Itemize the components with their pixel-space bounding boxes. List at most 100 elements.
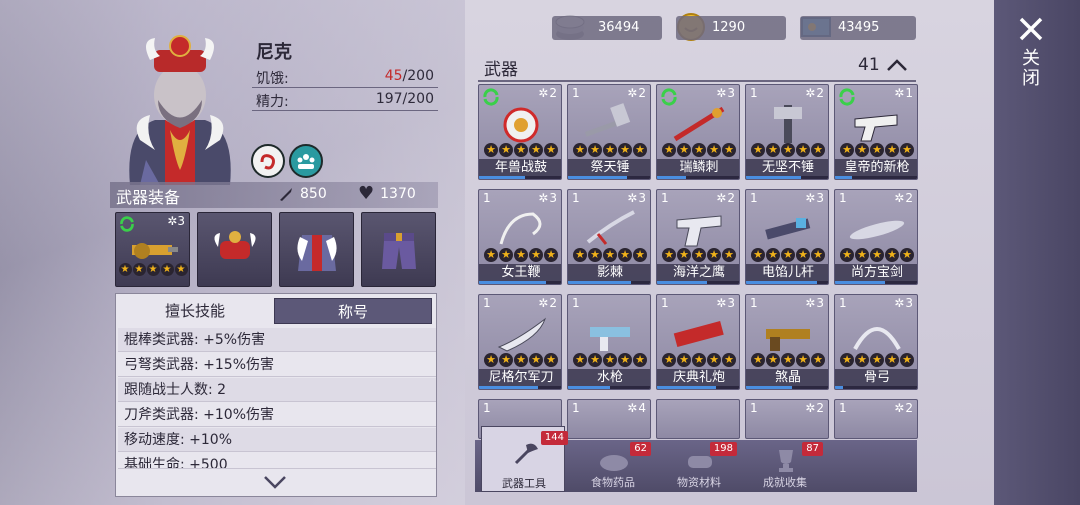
star-icon: ★ xyxy=(118,263,132,276)
tab-label: 武器工具 xyxy=(502,477,546,490)
weapon-card[interactable]: 1 ✲ 3 ★ ★ ★ ★ ★ 骨弓 xyxy=(834,294,918,390)
tab-materials[interactable]: 198 物资材料 xyxy=(657,440,741,492)
weapon-count: ✲ 3 xyxy=(805,191,824,205)
weapon-count: ✲ 3 xyxy=(716,296,735,310)
tab-label: 成就收集 xyxy=(763,476,807,489)
weapon-card[interactable]: 1 ✲ 3 ★ ★ ★ ★ ★ 女王鞭 xyxy=(478,189,562,285)
weapon-level: 1 xyxy=(750,86,758,100)
weapon-card[interactable]: 1 ✲ 2 xyxy=(745,399,829,439)
gear-icon: ✲ xyxy=(627,191,638,205)
weapon-count: ✲ 2 xyxy=(894,191,913,205)
weapon-name: 水枪 xyxy=(568,369,650,387)
weapon-name: 尚方宝剑 xyxy=(835,264,917,282)
tab-titles[interactable]: 称号 xyxy=(274,298,432,324)
energy-row: 精力: 197/200 xyxy=(252,89,438,111)
weapon-stars: ★ ★ ★ ★ ★ xyxy=(482,143,560,157)
energy-value: 197/200 xyxy=(375,91,434,107)
weapon-level: 1 xyxy=(839,296,847,310)
weapon-card[interactable]: ✲ 1 ★ ★ ★ ★ ★ 皇帝的新枪 xyxy=(834,84,918,180)
weapon-icon xyxy=(497,317,546,352)
weapon-progress xyxy=(835,386,917,389)
weapon-level: 1 xyxy=(750,401,758,415)
silver-counter: 36494 xyxy=(552,16,662,40)
weapon-card[interactable]: 1 ✲ 3 ★ ★ ★ ★ ★ 电馅儿杆 xyxy=(745,189,829,285)
weapon-stars: ★ ★ ★ ★ ★ xyxy=(838,353,916,367)
weapon-count: ✲ 3 xyxy=(627,191,646,205)
weapon-count: ✲ 1 xyxy=(894,86,913,100)
equip-slot-coat[interactable] xyxy=(279,212,354,287)
weapon-card[interactable]: ✲ 2 ★ ★ ★ ★ ★ 年兽战鼓 xyxy=(478,84,562,180)
axe-icon xyxy=(514,443,538,465)
weapon-card[interactable]: 1 ★ ★ ★ ★ ★ 水枪 xyxy=(567,294,651,390)
weapon-card[interactable]: 1 ✲ 2 ★ ★ ★ ★ ★ 尚方宝剑 xyxy=(834,189,918,285)
weapon-level: 1 xyxy=(483,296,491,310)
hunger-row: 饥饿: 45/200 xyxy=(252,66,438,88)
tab-food-medicine[interactable]: 62 食物药品 xyxy=(571,440,655,492)
weapon-card[interactable]: 1 ✲ 2 ★ ★ ★ ★ ★ 海洋之鹰 xyxy=(656,189,740,285)
weapon-card[interactable]: 1 ✲ 3 ★ ★ ★ ★ ★ 影棘 xyxy=(567,189,651,285)
weapon-stars: ★ ★ ★ ★ ★ xyxy=(571,248,649,262)
star-icon: ★ xyxy=(146,263,160,276)
gear-icon: ✲ xyxy=(894,86,905,100)
weapon-card[interactable] xyxy=(656,399,740,439)
weapon-count: ✲ 3 xyxy=(805,296,824,310)
weapon-card[interactable]: 1 ✲ 3 ★ ★ ★ ★ ★ 庆典礼炮 xyxy=(656,294,740,390)
crowd-skill-icon[interactable] xyxy=(289,144,323,178)
weapon-card[interactable]: ✲ 3 ★ ★ ★ ★ ★ 瑞鳞刺 xyxy=(656,84,740,180)
equip-slot-pants[interactable] xyxy=(361,212,436,287)
weapon-icon xyxy=(849,220,905,240)
close-label[interactable]: 关闭 xyxy=(1019,48,1042,88)
weapons-title: 武器 xyxy=(484,60,518,80)
weapon-level: 1 xyxy=(839,401,847,415)
ticket-counter: 43495 xyxy=(800,16,916,40)
weapon-card[interactable]: 1 ✲ 2 xyxy=(834,399,918,439)
gear-icon: ✲ xyxy=(538,191,549,205)
weapon-card[interactable]: 1 ✲ 3 ★ ★ ★ ★ ★ 煞晶 xyxy=(745,294,829,390)
weapon-name: 电馅儿杆 xyxy=(746,264,828,282)
weapon-card[interactable]: 1 ✲ 2 ★ ★ ★ ★ ★ 尼格尔军刀 xyxy=(478,294,562,390)
equip-slot-weapon[interactable]: ✲3 ★ ★ ★ ★ ★ xyxy=(115,212,190,287)
tab-label: 物资材料 xyxy=(677,476,721,489)
weapon-level: 1 xyxy=(661,296,669,310)
heart-icon: ♥ xyxy=(358,183,375,204)
skill-line: 移动速度: +10% xyxy=(118,428,436,452)
skill-line: 基础生命: +500 xyxy=(118,453,436,469)
weapon-icon xyxy=(584,103,631,137)
gear-icon: ✲ xyxy=(627,401,638,415)
equip-slot-hat[interactable] xyxy=(197,212,272,287)
weapon-stars: ★ ★ ★ ★ ★ xyxy=(482,353,560,367)
weapon-name: 海洋之鹰 xyxy=(657,264,739,282)
stomach-skill-icon[interactable] xyxy=(251,144,285,178)
weapon-progress xyxy=(835,176,917,179)
gear-icon: ✲ xyxy=(805,401,816,415)
weapon-level: 1 xyxy=(572,86,580,100)
skill-line: 棍棒类武器: +5%伤害 xyxy=(118,328,436,352)
weapon-card[interactable]: 1 ✲ 2 ★ ★ ★ ★ ★ 无坚不锤 xyxy=(745,84,829,180)
weapon-stars: ★ ★ ★ ★ ★ xyxy=(482,248,560,262)
tab-achievements[interactable]: 87 成就收集 xyxy=(743,440,827,492)
tab-skills[interactable]: 擅长技能 xyxy=(120,298,270,324)
weapon-slot-count: ✲3 xyxy=(167,214,185,228)
gear-icon: ✲ xyxy=(894,191,905,205)
weapon-name: 骨弓 xyxy=(835,369,917,387)
close-panel[interactable]: 关闭 xyxy=(994,0,1080,505)
weapons-count[interactable]: 41 xyxy=(858,55,908,75)
weapon-count: ✲ 3 xyxy=(538,191,557,205)
weapon-stars: ★ ★ ★ ★ ★ xyxy=(660,248,738,262)
weapon-card[interactable]: 1 ✲ 2 ★ ★ ★ ★ ★ 祭天锤 xyxy=(567,84,651,180)
close-icon[interactable] xyxy=(1018,16,1044,42)
gear-icon: ✲ xyxy=(894,296,905,310)
weapon-level: 1 xyxy=(483,401,491,415)
gear-icon: ✲ xyxy=(627,86,638,100)
weapon-card[interactable]: 1 ✲ 4 xyxy=(567,399,651,439)
gold-counter: 1290 xyxy=(676,16,786,40)
weapon-name: 影棘 xyxy=(568,264,650,282)
chevron-up-icon xyxy=(886,59,907,71)
equipment-header: 武器装备 850 ♥ 1370 xyxy=(110,182,438,208)
tab-weapons-tools[interactable]: 144 武器工具 xyxy=(481,426,568,492)
weapon-progress xyxy=(479,386,561,389)
weapon-icon xyxy=(590,327,630,351)
badge: 198 xyxy=(709,442,737,456)
weapon-count: ✲ 2 xyxy=(805,401,824,415)
chevron-down-icon[interactable] xyxy=(262,474,288,490)
